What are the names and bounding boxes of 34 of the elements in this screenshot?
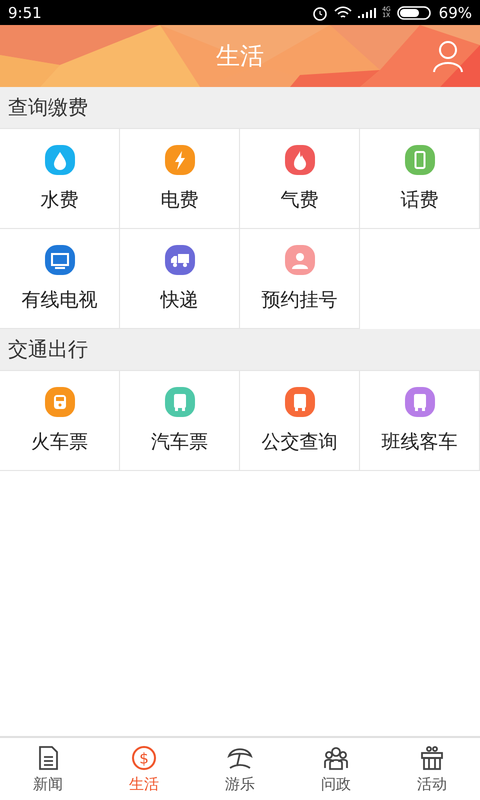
water-drop-icon <box>44 144 76 174</box>
gift-icon <box>418 744 446 772</box>
truck-icon <box>164 244 196 274</box>
phone-icon <box>404 144 436 174</box>
service-tile[interactable]: 班线客车 <box>360 371 480 471</box>
service-tile[interactable]: 气费 <box>240 129 360 229</box>
service-tile[interactable]: 有线电视 <box>0 229 120 329</box>
lightning-icon <box>164 144 196 174</box>
signal-icon <box>358 6 376 18</box>
bus-icon <box>164 386 196 416</box>
coin-icon: $ <box>130 744 158 772</box>
status-time: 9:51 <box>8 4 43 22</box>
service-tile[interactable]: 水费 <box>0 129 120 229</box>
battery-percent: 69% <box>438 4 472 22</box>
tv-icon <box>44 244 76 274</box>
train-icon <box>44 386 76 416</box>
service-tile[interactable]: 预约挂号 <box>240 229 360 329</box>
flame-icon <box>284 144 316 174</box>
service-tile[interactable]: 话费 <box>360 129 480 229</box>
wifi-icon <box>334 6 352 20</box>
service-tile[interactable]: 火车票 <box>0 371 120 471</box>
battery-icon <box>396 6 433 20</box>
service-tile[interactable]: 电费 <box>120 129 240 229</box>
section-title: 交通出行 <box>8 336 88 363</box>
user-icon[interactable] <box>432 39 464 73</box>
bus-icon <box>404 386 436 416</box>
service-tile[interactable]: 快递 <box>120 229 240 329</box>
people-icon <box>322 744 350 772</box>
service-tile[interactable]: 汽车票 <box>120 371 240 471</box>
service-tile[interactable]: 公交查询 <box>240 371 360 471</box>
page-title: 生活 <box>216 41 264 72</box>
alarm-icon <box>312 4 328 20</box>
bus-icon <box>284 386 316 416</box>
section-title: 查询缴费 <box>8 94 88 121</box>
